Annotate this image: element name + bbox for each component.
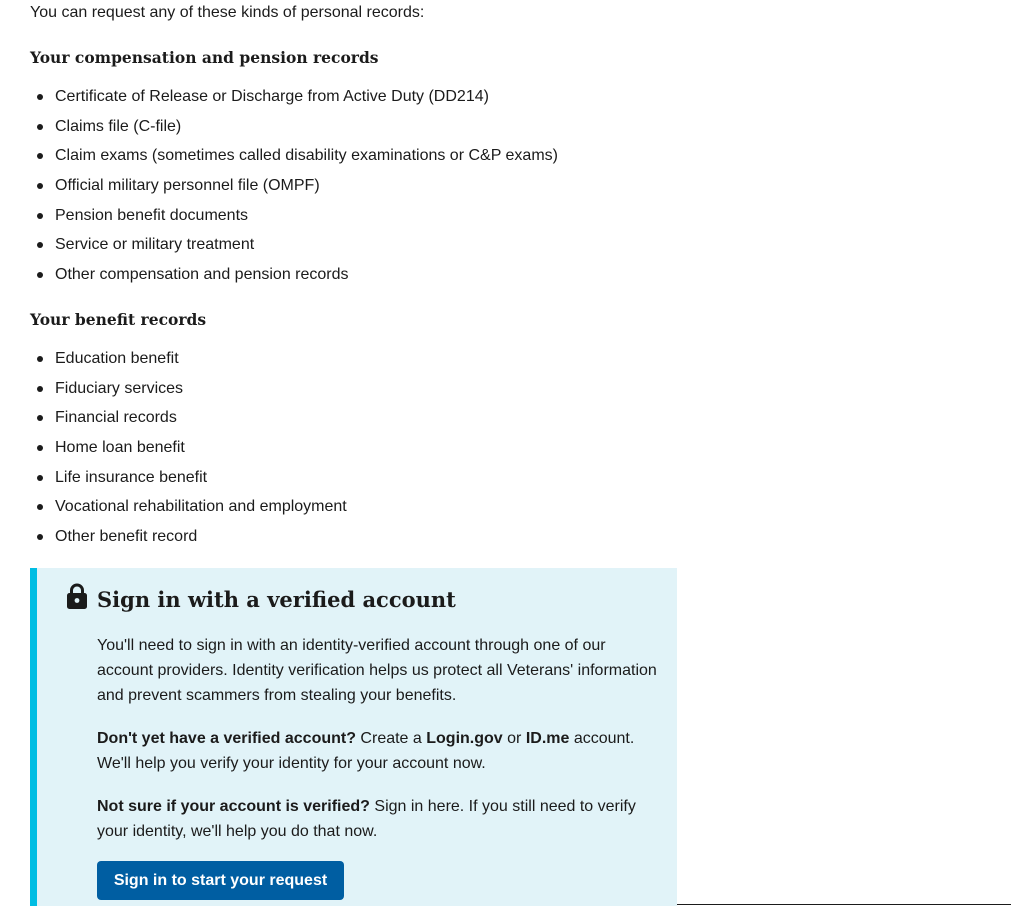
list-item: Claims file (C-file) xyxy=(30,117,558,147)
intro-text: You can request any of these kinds of pe… xyxy=(30,4,425,21)
list-item-label: Life insurance benefit xyxy=(55,468,208,486)
bullet-icon xyxy=(37,212,43,219)
list-item-label: Education benefit xyxy=(55,350,179,367)
alert-paragraph-verification: You'll need to sign in with an identity-… xyxy=(97,637,657,704)
list-item: Other compensation and pension records xyxy=(30,265,558,295)
list-item-label: Fiduciary services xyxy=(55,379,184,397)
bullet-icon xyxy=(37,183,43,190)
bullet-icon xyxy=(37,504,43,511)
list-item: Service or military treatment xyxy=(30,235,558,265)
list-item-label: Claim exams (sometimes called disability… xyxy=(55,147,558,165)
divider xyxy=(677,904,1011,905)
benefit-heading: Your benefit records xyxy=(30,310,207,329)
list-item: Education benefit xyxy=(30,349,347,379)
bullet-icon xyxy=(37,242,43,249)
sign-in-alert: Sign in with a verified account You'll n… xyxy=(30,568,677,906)
bullet-icon xyxy=(37,385,43,392)
no-account-text-a: Create a xyxy=(355,730,427,747)
bullet-icon xyxy=(37,272,43,279)
list-item-label: Financial records xyxy=(55,409,177,427)
bullet-icon xyxy=(37,445,43,452)
list-item: Vocational rehabilitation and employment xyxy=(30,497,347,527)
list-item-label: Other benefit record xyxy=(55,528,198,546)
list-item-label: Vocational rehabilitation and employment xyxy=(55,498,347,516)
list-item: Other benefit record xyxy=(30,527,347,557)
list-item: Fiduciary services xyxy=(30,379,347,409)
list-item-label: Official military personnel file (OMPF) xyxy=(55,177,320,195)
list-item-label: Claims file (C-file) xyxy=(55,117,182,135)
benefit-list: Education benefit Fiduciary services Fin… xyxy=(30,349,347,557)
alert-paragraph-not-sure: Not sure if your account is verified? Si… xyxy=(97,794,662,844)
list-item: Life insurance benefit xyxy=(30,468,347,498)
compensation-heading: Your compensation and pension records xyxy=(30,48,379,67)
bullet-icon xyxy=(37,415,43,422)
bullet-icon xyxy=(37,153,43,160)
bullet-icon xyxy=(37,94,43,100)
list-item: Home loan benefit xyxy=(30,438,347,468)
login-gov-name: Login.gov xyxy=(426,730,503,747)
lock-icon xyxy=(65,582,89,610)
list-item: Pension benefit documents xyxy=(30,206,558,236)
bullet-icon xyxy=(37,356,43,362)
bullet-icon xyxy=(37,534,43,541)
bullet-icon xyxy=(37,474,43,481)
bullet-icon xyxy=(37,123,43,130)
list-item: Financial records xyxy=(30,408,347,438)
list-item: Certificate of Release or Discharge from… xyxy=(30,87,558,117)
no-account-lead: Don't yet have a verified account? xyxy=(97,730,356,747)
list-item: Official military personnel file (OMPF) xyxy=(30,176,558,206)
id-me-name: ID.me xyxy=(525,730,570,747)
list-item-label: Service or military treatment xyxy=(55,236,255,254)
list-item-label: Pension benefit documents xyxy=(55,206,249,224)
alert-paragraph-no-account: Don't yet have a verified account? Creat… xyxy=(97,726,662,776)
not-sure-lead: Not sure if your account is verified? xyxy=(97,798,370,815)
sign-in-button[interactable]: Sign in to start your request xyxy=(97,861,344,900)
list-item-label: Home loan benefit xyxy=(55,439,185,457)
alert-title: Sign in with a verified account xyxy=(97,587,456,612)
compensation-list: Certificate of Release or Discharge from… xyxy=(30,87,558,295)
no-account-text-b: or xyxy=(502,730,526,747)
list-item-label: Other compensation and pension records xyxy=(55,266,349,284)
list-item: Claim exams (sometimes called disability… xyxy=(30,146,558,176)
list-item-label: Certificate of Release or Discharge from… xyxy=(55,88,489,105)
